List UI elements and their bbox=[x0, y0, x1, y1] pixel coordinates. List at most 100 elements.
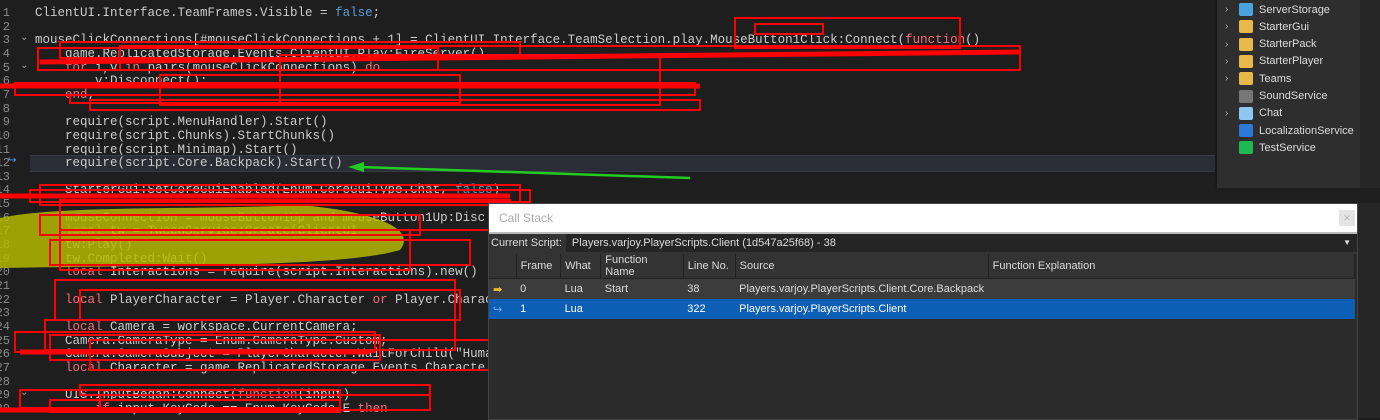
line-number: 4 bbox=[2, 46, 10, 61]
current-script-value: Players.varjoy.PlayerScripts.Client (1d5… bbox=[571, 237, 836, 249]
cell-what: Lua bbox=[564, 283, 583, 295]
cell-frame: 0 bbox=[520, 283, 527, 295]
cell-source: Players.varjoy.PlayerScripts.Client bbox=[739, 303, 907, 315]
call-stack-title-bar[interactable]: Call Stack ✕ bbox=[489, 204, 1357, 234]
startergui-icon bbox=[1239, 20, 1253, 34]
row-icon-cell: ↪ bbox=[489, 299, 516, 319]
code-line[interactable]: game.ReplicatedStorage.Events.ClientUI.P… bbox=[35, 47, 485, 61]
line-number: 19 bbox=[0, 251, 10, 266]
code-token: local bbox=[65, 292, 103, 307]
chevron-right-icon[interactable]: › bbox=[1225, 56, 1239, 67]
fold-chevron-icon[interactable]: ⌄ bbox=[20, 401, 28, 412]
line-number: 3 bbox=[2, 33, 10, 48]
close-icon[interactable]: ✕ bbox=[1339, 210, 1355, 226]
explorer-item-startergui[interactable]: › StarterGui bbox=[1225, 18, 1309, 35]
code-token: require(script.MenuHandler).Start() bbox=[35, 115, 328, 130]
code-token: or bbox=[372, 292, 388, 307]
code-token: end bbox=[65, 87, 88, 102]
code-line[interactable]: tw:Play() bbox=[35, 238, 133, 252]
code-line[interactable]: tw.Completed:Wait() bbox=[35, 252, 208, 266]
column-header[interactable]: Source bbox=[735, 254, 989, 279]
explorer-panel: › ServerStorage › StarterGui › StarterPack › St… bbox=[1215, 0, 1380, 188]
code-line[interactable]: local tw = TweenService:Create(ClientUI bbox=[35, 224, 358, 238]
code-token: Camera.CameraSubject = PlayerCharacter:W… bbox=[35, 347, 538, 362]
line-number: 14 bbox=[0, 183, 10, 198]
code-token: mouseClickConnections[#mouseClickConnect… bbox=[35, 33, 906, 48]
code-line[interactable]: if input.KeyCode == Enum.KeyCode.E then bbox=[35, 402, 388, 416]
line-number: 18 bbox=[0, 238, 10, 253]
code-line[interactable]: mouseClickConnections[#mouseClickConnect… bbox=[35, 33, 980, 47]
fold-chevron-icon[interactable]: ⌄ bbox=[20, 387, 28, 398]
code-token: PlayerCharacter = Player.Character bbox=[102, 292, 373, 307]
explorer-item-label: ServerStorage bbox=[1259, 3, 1330, 16]
chevron-right-icon[interactable]: › bbox=[1225, 108, 1239, 119]
explorer-item-testservice[interactable]: TestService bbox=[1225, 139, 1316, 156]
line-number-gutter: 123⌄45⌄67891011↪121314151617181920212223… bbox=[0, 0, 30, 418]
explorer-item-starterpack[interactable]: › StarterPack bbox=[1225, 36, 1316, 53]
code-line[interactable]: local PlayerCharacter = Player.Character… bbox=[35, 293, 508, 307]
code-line[interactable]: v:Disconnect(); bbox=[35, 74, 208, 88]
explorer-item-label: StarterPlayer bbox=[1259, 55, 1324, 68]
chevron-right-icon[interactable]: › bbox=[1225, 73, 1239, 84]
explorer-item-starterplayer[interactable]: › StarterPlayer bbox=[1225, 53, 1323, 70]
explorer-scrollbar[interactable] bbox=[1360, 0, 1380, 188]
line-number: 1 bbox=[2, 6, 10, 20]
code-line[interactable]: local Interactions = require(script.Inte… bbox=[35, 265, 478, 279]
chevron-down-icon[interactable]: ▼ bbox=[1343, 234, 1351, 252]
localizationservice-icon bbox=[1239, 124, 1253, 138]
code-token: local bbox=[65, 360, 103, 375]
explorer-item-serverstorage[interactable]: › ServerStorage bbox=[1225, 1, 1330, 18]
explorer-item-soundservice[interactable]: SoundService bbox=[1225, 88, 1328, 105]
column-header[interactable] bbox=[489, 254, 517, 279]
code-line[interactable]: for i,v in pairs(mouseClickConnections) … bbox=[35, 61, 380, 75]
explorer-item-localizationservice[interactable]: LocalizationService bbox=[1225, 122, 1354, 139]
column-header[interactable]: Function Name bbox=[600, 254, 684, 279]
column-header[interactable]: Function Explanation bbox=[988, 254, 1356, 279]
code-line[interactable]: local Character = game.ReplicatedStorage… bbox=[35, 361, 485, 375]
code-token: in bbox=[125, 60, 141, 75]
code-token: if bbox=[95, 401, 111, 416]
code-line[interactable]: require(script.Core.Backpack).Start() bbox=[35, 156, 343, 170]
code-token: do bbox=[365, 60, 381, 75]
code-line[interactable]: UIS.InputBegan:Connect(function(input) bbox=[35, 388, 350, 402]
code-token: local bbox=[65, 319, 103, 334]
explorer-item-chat[interactable]: › Chat bbox=[1225, 105, 1282, 122]
code-line[interactable]: end, bbox=[35, 88, 95, 102]
code-line[interactable]: Camera.CameraSubject = PlayerCharacter:W… bbox=[35, 347, 538, 361]
column-header[interactable]: Line No. bbox=[683, 254, 736, 279]
current-script-dropdown[interactable]: Players.varjoy.PlayerScripts.Client (1d5… bbox=[565, 234, 1357, 252]
code-line[interactable]: mouseConnection = mouseButton1Up and mou… bbox=[35, 211, 485, 225]
line-number: 9 bbox=[2, 115, 10, 130]
chevron-right-icon[interactable]: › bbox=[1225, 39, 1239, 50]
line-number: 21 bbox=[0, 279, 10, 293]
testservice-icon bbox=[1239, 141, 1253, 155]
cell-function: Start bbox=[604, 283, 628, 295]
column-header[interactable]: What bbox=[560, 254, 602, 279]
fold-chevron-icon[interactable]: ⌄ bbox=[20, 60, 28, 71]
code-line[interactable]: Camera.CameraType = Enum.CameraType.Cust… bbox=[35, 334, 388, 348]
column-header[interactable]: Frame bbox=[516, 254, 562, 279]
explorer-item-teams[interactable]: › Teams bbox=[1225, 70, 1291, 87]
code-token: ClientUI.Interface.TeamFrames.Visible = bbox=[35, 6, 336, 20]
code-line[interactable]: ClientUI.Interface.TeamFrames.Visible = … bbox=[35, 6, 380, 20]
code-token: false bbox=[455, 183, 493, 198]
chevron-right-icon[interactable]: › bbox=[1225, 4, 1239, 15]
cell-line: 38 bbox=[687, 283, 700, 295]
line-number: 25 bbox=[0, 333, 10, 348]
table-row[interactable]: ➡ 0 Lua Start 38 Players.varjoy.PlayerScripts… bbox=[489, 278, 1355, 299]
code-line[interactable]: local Camera = workspace.CurrentCamera; bbox=[35, 320, 358, 334]
code-token: pairs(mouseClickConnections) bbox=[140, 60, 366, 75]
code-line[interactable]: require(script.Chunks).StartChunks() bbox=[35, 129, 335, 143]
fold-chevron-icon[interactable]: ⌄ bbox=[20, 32, 28, 43]
table-row[interactable]: ↪ 1 Lua 322 Players.varjoy.PlayerScripts.Cli… bbox=[489, 299, 1355, 319]
code-line[interactable]: StarterGui:SetCoreGuiEnabled(Enum.CoreGu… bbox=[35, 183, 500, 197]
line-number: 27 bbox=[0, 360, 10, 375]
code-line[interactable]: require(script.MenuHandler).Start() bbox=[35, 115, 328, 129]
cell-what: Lua bbox=[564, 303, 583, 315]
line-number: 6 bbox=[2, 74, 10, 89]
chevron-right-icon[interactable]: › bbox=[1225, 21, 1239, 32]
